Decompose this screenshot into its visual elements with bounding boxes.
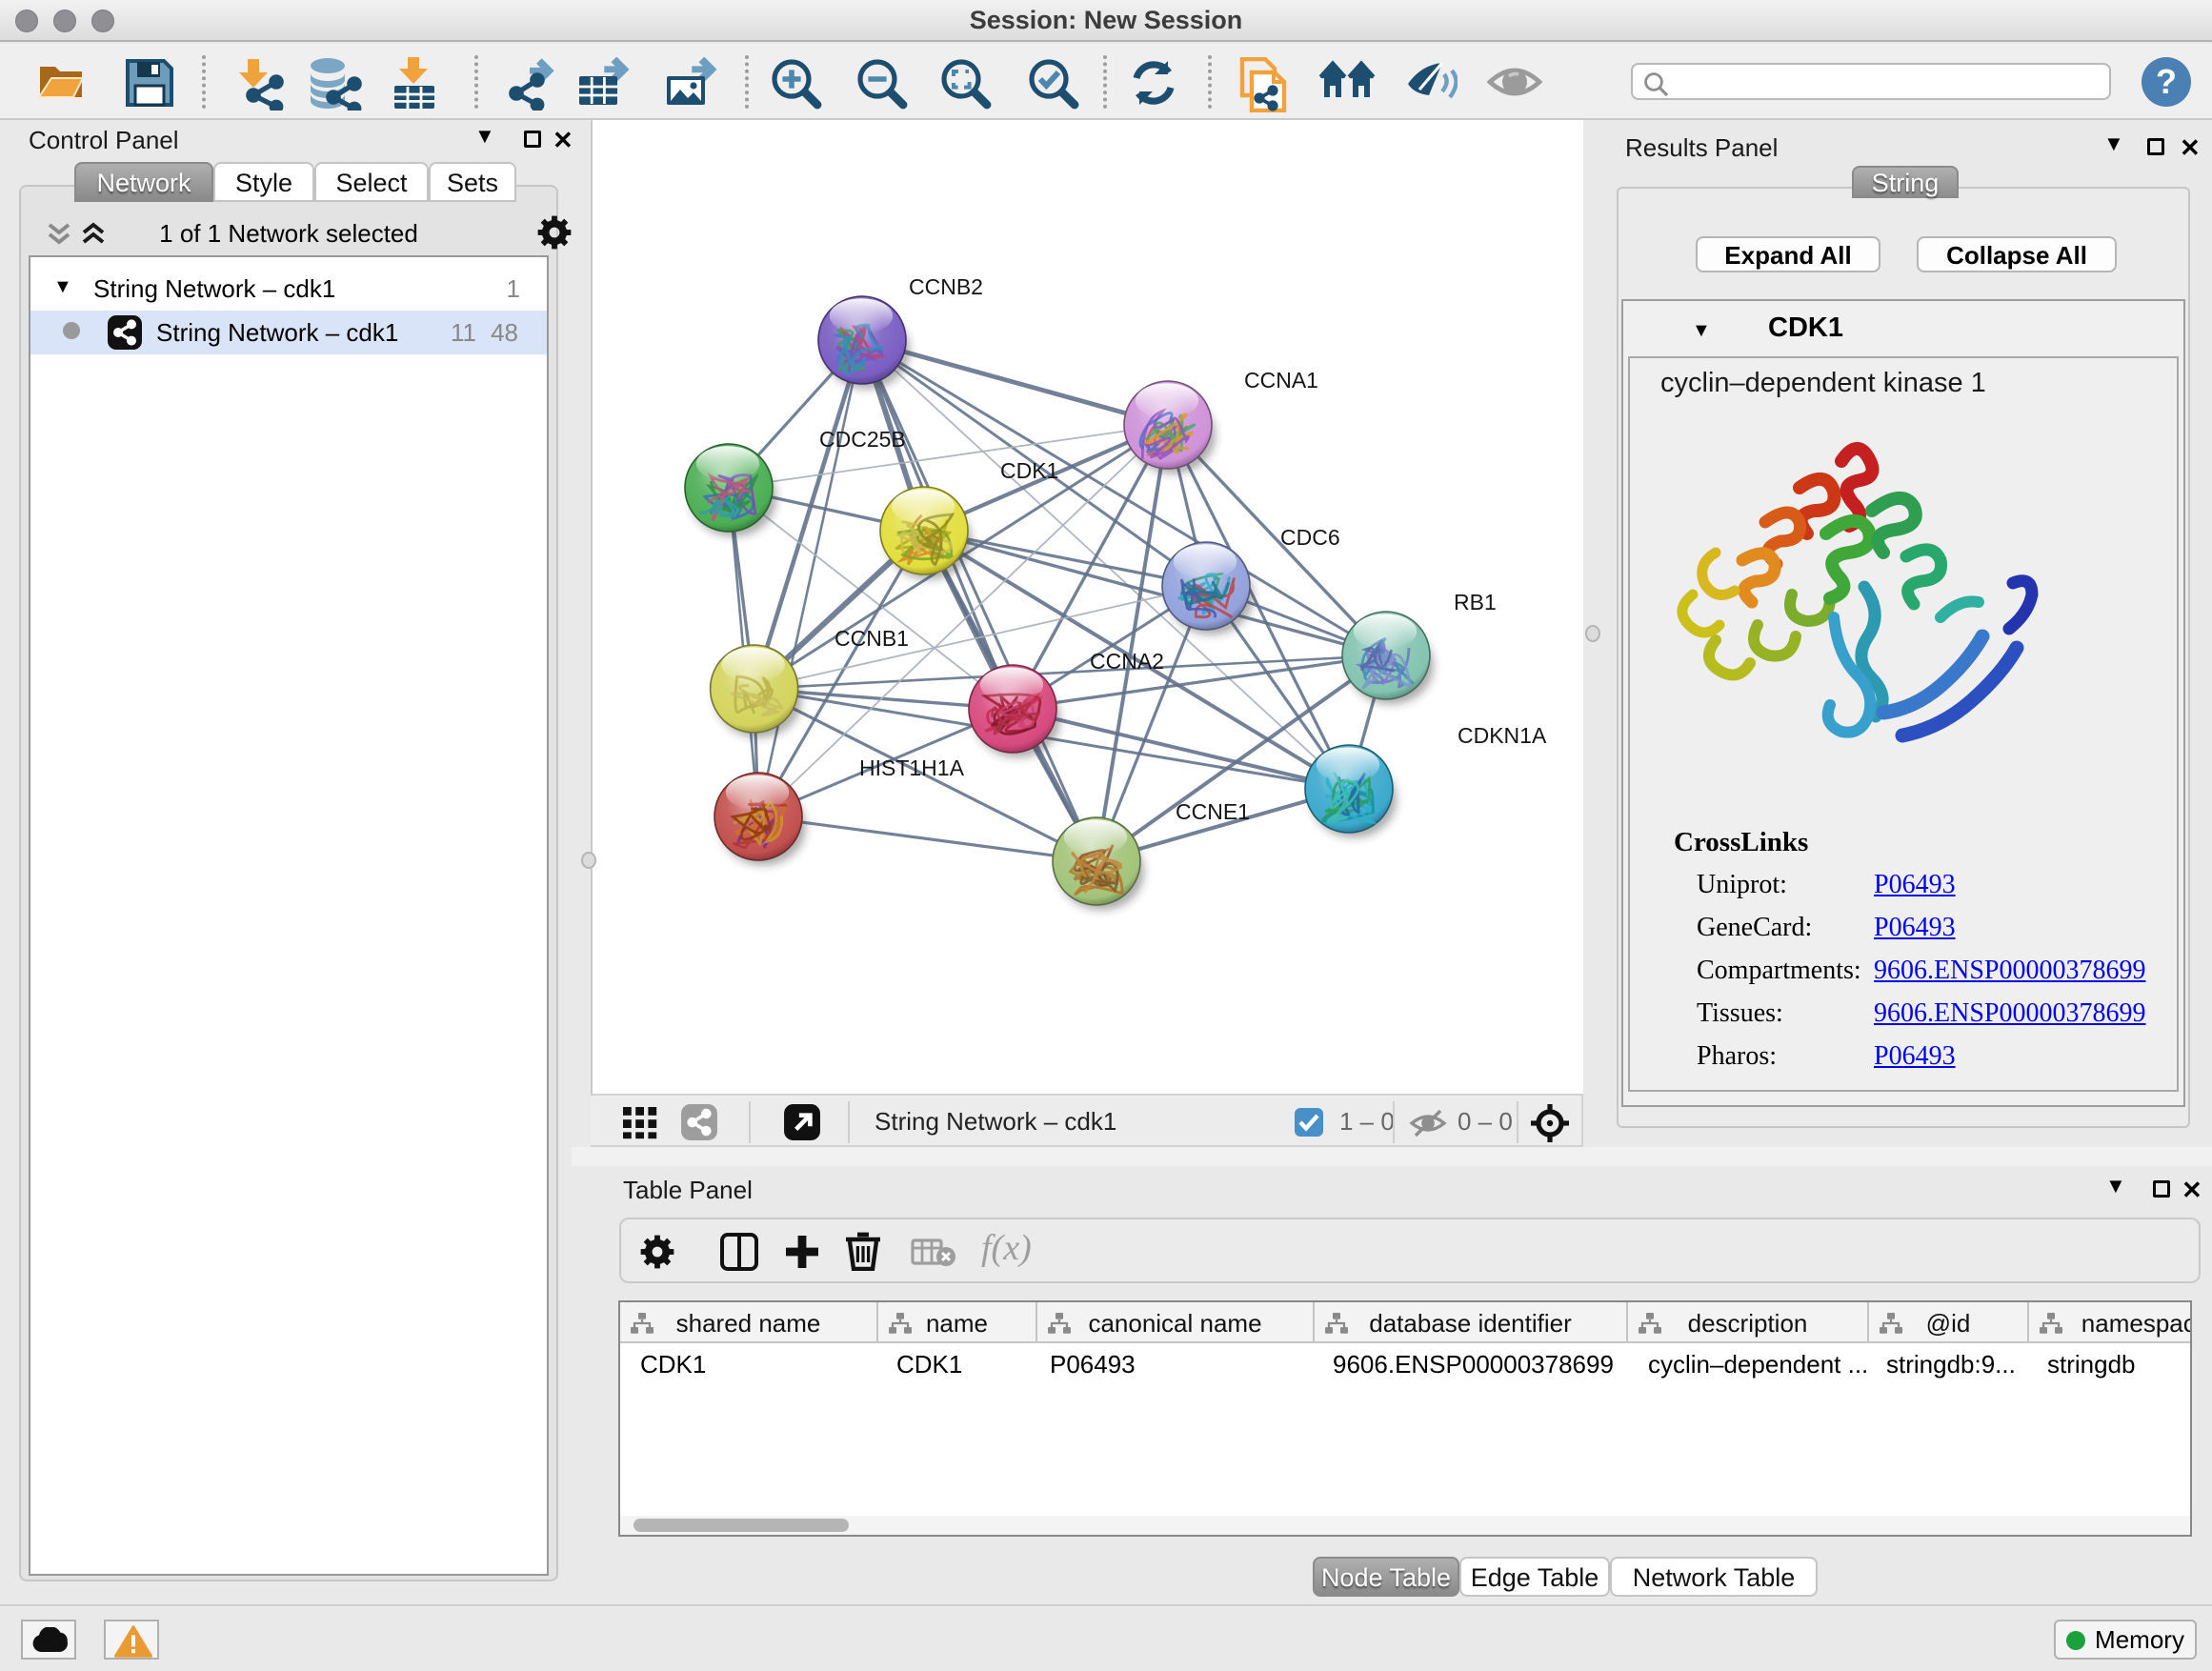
svg-text:HIST1H1A: HIST1H1A (859, 755, 965, 780)
svg-text:CDC25B: CDC25B (819, 427, 906, 452)
svg-text:CCNB1: CCNB1 (835, 626, 909, 651)
svg-text:CDKN1A: CDKN1A (1458, 723, 1547, 748)
svg-text:RB1: RB1 (1454, 590, 1497, 614)
svg-text:CDK1: CDK1 (1000, 458, 1058, 483)
svg-text:CCNB2: CCNB2 (909, 274, 983, 299)
svg-text:CCNA2: CCNA2 (1090, 649, 1164, 674)
svg-text:CCNA1: CCNA1 (1244, 368, 1318, 393)
svg-text:CDC6: CDC6 (1280, 525, 1340, 550)
svg-text:CCNE1: CCNE1 (1176, 799, 1250, 824)
